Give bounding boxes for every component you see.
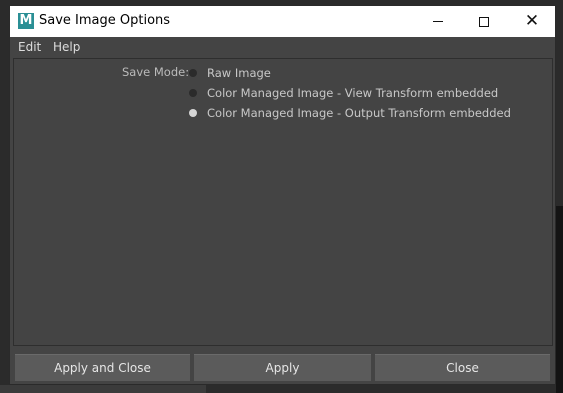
close-window-button[interactable]: ✕ <box>509 6 555 37</box>
radio-output-transform[interactable]: Color Managed Image - Output Transform e… <box>189 105 511 121</box>
menu-edit[interactable]: Edit <box>18 40 41 54</box>
radio-button-selected-icon[interactable] <box>189 109 197 117</box>
close-icon: ✕ <box>524 11 540 31</box>
window-title: Save Image Options <box>39 13 171 28</box>
maximize-button[interactable] <box>461 6 507 37</box>
apply-and-close-button[interactable]: Apply and Close <box>15 354 190 381</box>
radio-label: Color Managed Image - Output Transform e… <box>207 106 511 120</box>
radio-view-transform[interactable]: Color Managed Image - View Transform emb… <box>189 85 498 101</box>
minimize-icon <box>433 21 443 22</box>
radio-raw-image[interactable]: Raw Image <box>189 65 271 81</box>
background-strip <box>0 385 206 393</box>
radio-label: Color Managed Image - View Transform emb… <box>207 86 499 100</box>
save-image-options-window: M Save Image Options ✕ Edit Help Save Mo… <box>9 5 556 385</box>
title-bar[interactable]: M Save Image Options ✕ <box>10 6 555 37</box>
menu-help[interactable]: Help <box>53 40 80 54</box>
close-button[interactable]: Close <box>375 354 550 381</box>
options-panel: Save Mode: Raw Image Color Managed Image… <box>13 58 553 346</box>
minimize-button[interactable] <box>415 6 461 37</box>
radio-label: Raw Image <box>207 66 271 80</box>
radio-button-icon[interactable] <box>189 69 197 77</box>
apply-button[interactable]: Apply <box>194 354 371 381</box>
background-edge <box>556 206 563 393</box>
menu-bar: Edit Help <box>10 37 555 57</box>
radio-button-icon[interactable] <box>189 89 197 97</box>
maximize-icon <box>479 16 489 27</box>
maya-app-icon: M <box>18 13 34 29</box>
save-mode-label: Save Mode: <box>122 65 190 79</box>
